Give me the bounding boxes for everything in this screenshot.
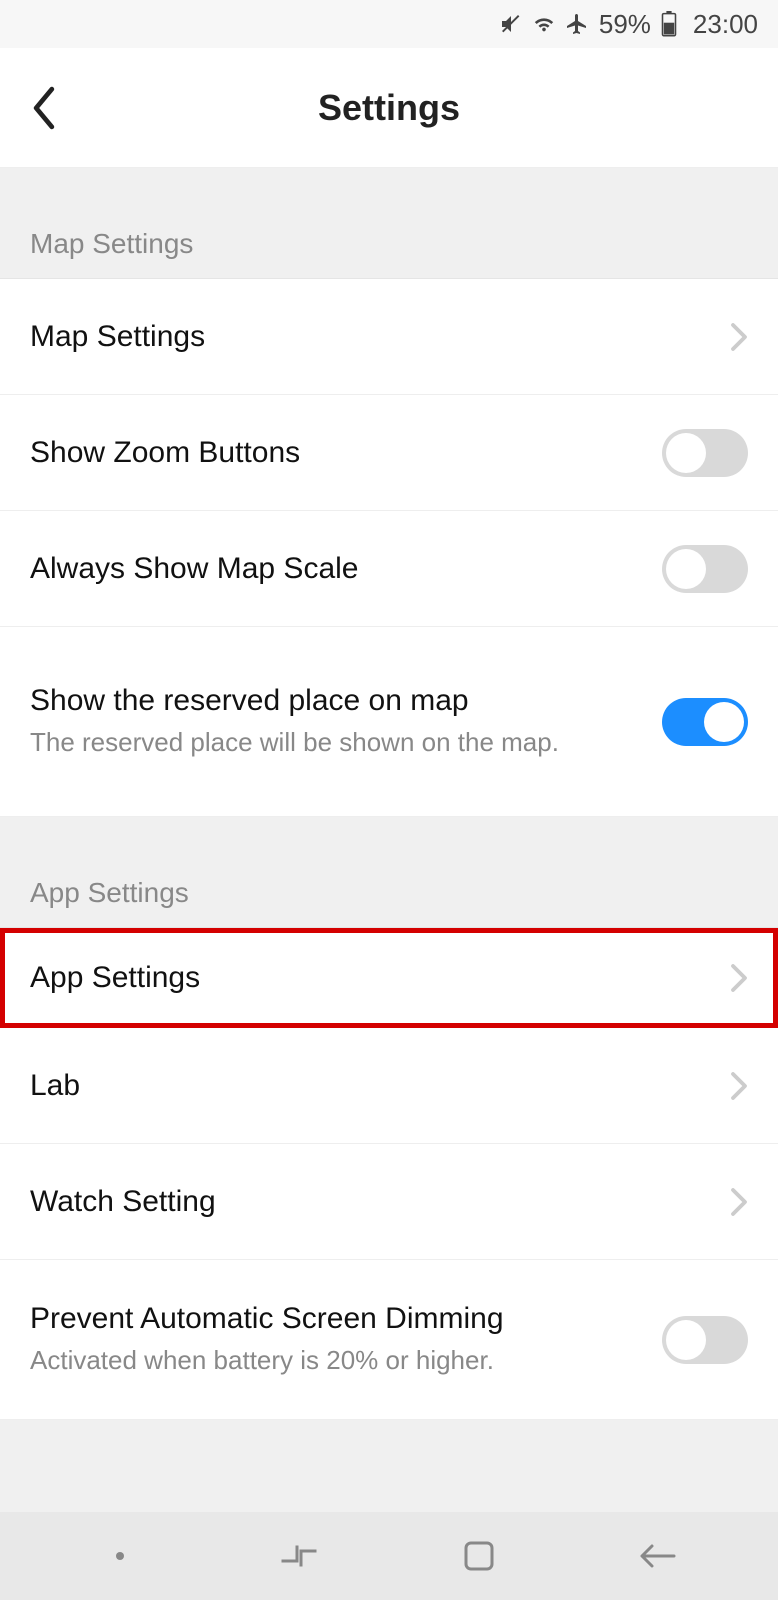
toggle-scale[interactable] bbox=[662, 545, 748, 593]
chevron-right-icon bbox=[730, 1187, 748, 1217]
row-watch-setting[interactable]: Watch Setting bbox=[0, 1144, 778, 1260]
row-app-settings[interactable]: App Settings bbox=[0, 928, 778, 1028]
row-title: App Settings bbox=[30, 961, 730, 995]
row-prevent-dimming[interactable]: Prevent Automatic Screen Dimming Activat… bbox=[0, 1260, 778, 1420]
mute-icon bbox=[499, 12, 523, 36]
nav-recents[interactable] bbox=[269, 1526, 329, 1586]
status-bar: 59% 23:00 bbox=[0, 0, 778, 48]
section-header-app: App Settings bbox=[0, 817, 778, 928]
chevron-left-icon bbox=[30, 86, 58, 130]
nav-home[interactable] bbox=[449, 1526, 509, 1586]
row-always-show-scale[interactable]: Always Show Map Scale bbox=[0, 511, 778, 627]
recents-icon bbox=[277, 1541, 321, 1571]
row-subtitle: Activated when battery is 20% or higher. bbox=[30, 1344, 590, 1378]
toggle-zoom[interactable] bbox=[662, 429, 748, 477]
chevron-right-icon bbox=[730, 1071, 748, 1101]
row-title: Prevent Automatic Screen Dimming bbox=[30, 1302, 662, 1336]
row-show-reserved-place[interactable]: Show the reserved place on map The reser… bbox=[0, 627, 778, 817]
toggle-reserved[interactable] bbox=[662, 698, 748, 746]
back-icon bbox=[638, 1542, 678, 1570]
wifi-icon bbox=[531, 13, 557, 35]
chevron-right-icon bbox=[730, 963, 748, 993]
clock: 23:00 bbox=[693, 9, 758, 40]
nav-back[interactable] bbox=[628, 1526, 688, 1586]
airplane-icon bbox=[565, 12, 589, 36]
row-title: Always Show Map Scale bbox=[30, 552, 662, 586]
status-icons bbox=[499, 12, 589, 36]
toggle-knob bbox=[666, 1320, 706, 1360]
toggle-knob bbox=[704, 702, 744, 742]
back-button[interactable] bbox=[22, 86, 66, 130]
row-title: Map Settings bbox=[30, 320, 730, 354]
row-show-zoom-buttons[interactable]: Show Zoom Buttons bbox=[0, 395, 778, 511]
row-subtitle: The reserved place will be shown on the … bbox=[30, 726, 590, 760]
page-title: Settings bbox=[318, 87, 460, 129]
row-map-settings[interactable]: Map Settings bbox=[0, 279, 778, 395]
toggle-knob bbox=[666, 549, 706, 589]
row-title: Lab bbox=[30, 1069, 730, 1103]
row-title: Watch Setting bbox=[30, 1185, 730, 1219]
section-header-map: Map Settings bbox=[0, 168, 778, 279]
battery-percent: 59% bbox=[599, 9, 651, 40]
nav-dot bbox=[90, 1526, 150, 1586]
android-navbar bbox=[0, 1512, 778, 1600]
toggle-dimming[interactable] bbox=[662, 1316, 748, 1364]
row-title: Show Zoom Buttons bbox=[30, 436, 662, 470]
battery-icon bbox=[661, 11, 677, 37]
toggle-knob bbox=[666, 433, 706, 473]
chevron-right-icon bbox=[730, 322, 748, 352]
home-icon bbox=[461, 1538, 497, 1574]
row-lab[interactable]: Lab bbox=[0, 1028, 778, 1144]
header: Settings bbox=[0, 48, 778, 168]
row-title: Show the reserved place on map bbox=[30, 684, 662, 718]
